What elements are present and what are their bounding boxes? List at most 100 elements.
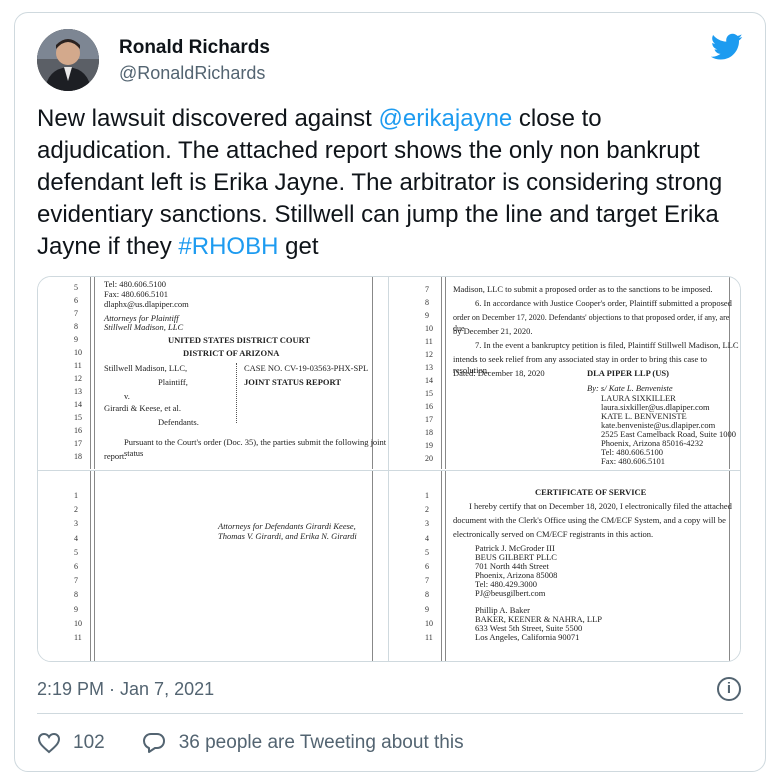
doc-text: DISTRICT OF ARIZONA (183, 348, 280, 358)
doc-text: dlaphx@us.dlapiper.com (104, 299, 189, 309)
line-number: 10 (425, 324, 433, 333)
line-number: 13 (74, 387, 82, 396)
doc-text: document with the Clerk's Office using t… (453, 515, 726, 525)
line-number: 10 (425, 618, 433, 628)
author-handle[interactable]: @RonaldRichards (119, 63, 265, 84)
line-number: 14 (425, 376, 433, 385)
line-number: 12 (425, 350, 433, 359)
mention-link[interactable]: @erikajayne (379, 105, 513, 132)
line-number: 1 (425, 491, 429, 500)
line-number: 17 (425, 415, 433, 424)
line-number: 10 (74, 618, 82, 628)
margin-line (94, 277, 95, 469)
line-number: 15 (74, 413, 82, 422)
margin-line (445, 471, 446, 661)
line-number: 9 (425, 311, 429, 320)
line-number: 2 (425, 505, 429, 515)
caption-bracket (236, 363, 237, 423)
doc-text: I hereby certify that on December 18, 20… (469, 501, 732, 511)
info-icon[interactable]: i (717, 677, 741, 701)
line-number: 14 (74, 400, 82, 409)
doc-text: Fax: 480.606.5101 (601, 456, 665, 466)
twitter-bird-icon[interactable] (711, 33, 743, 61)
line-number: 16 (425, 402, 433, 411)
line-number: 7 (425, 576, 429, 586)
line-number: 11 (425, 633, 433, 642)
line-number: 4 (74, 533, 78, 543)
doc-text: v. (124, 391, 130, 401)
line-number: 4 (425, 533, 429, 543)
doc-text: Dated: December 18, 2020 (453, 368, 545, 378)
line-number: 18 (74, 452, 82, 461)
line-number: 5 (74, 283, 78, 292)
doc-text: Madison, LLC to submit a proposed order … (453, 284, 713, 294)
reply-button[interactable]: 36 people are Tweeting about this (141, 731, 464, 755)
line-number: 7 (74, 576, 78, 586)
line-number: 6 (74, 296, 78, 305)
margin-line (372, 471, 373, 661)
line-number: 2 (74, 505, 78, 515)
line-number: 3 (74, 519, 78, 529)
hashtag-link[interactable]: #RHOBH (178, 233, 278, 260)
margin-line (441, 471, 442, 661)
line-number: 11 (74, 633, 82, 642)
reply-text: 36 people are Tweeting about this (178, 732, 464, 753)
margin-line (90, 277, 91, 469)
line-number: 1 (74, 491, 78, 500)
doc-text: 6. In accordance with Justice Cooper's o… (475, 298, 732, 308)
doc-text: report. (104, 451, 127, 461)
doc-text: Plaintiff, (158, 377, 188, 387)
doc-text: Stillwell Madison, LLC (104, 322, 184, 332)
line-number: 8 (425, 298, 429, 307)
doc-text: JOINT STATUS REPORT (244, 377, 342, 387)
line-number: 11 (74, 361, 82, 370)
line-number: 8 (74, 322, 78, 331)
reply-icon (142, 733, 165, 753)
line-number: 3 (425, 519, 429, 529)
doc-text: DLA PIPER LLP (US) (587, 368, 669, 378)
line-number: 6 (74, 562, 78, 571)
line-number: 17 (74, 439, 82, 448)
line-number: 13 (425, 363, 433, 372)
document-page-1: 5 6 7 8 9 10 11 12 13 14 15 16 17 18 Tel: 480.606.510… (38, 277, 387, 469)
tweet-text-suffix: get (278, 233, 319, 260)
doc-text: by December 21, 2020. (453, 326, 533, 336)
document-page-3: 1 2 3 4 5 6 7 8 9 10 11 Attorneys for Defendants G… (38, 471, 387, 661)
doc-text: CASE NO. CV-19-03563-PHX-SPL (244, 363, 369, 373)
doc-text: UNITED STATES DISTRICT COURT (168, 335, 311, 345)
like-button[interactable]: 102 (37, 732, 105, 754)
doc-text: Pursuant to the Court's order (Doc. 35),… (124, 437, 387, 458)
doc-text: PJ@beusgilbert.com (475, 588, 546, 598)
attached-document-image[interactable]: 5 6 7 8 9 10 11 12 13 14 15 16 17 18 Tel: 480.606.510… (37, 276, 741, 662)
doc-text: Stillwell Madison, LLC, (104, 363, 188, 373)
line-number: 18 (425, 428, 433, 437)
doc-text: Los Angeles, California 90071 (475, 632, 580, 642)
doc-text: Girardi & Keese, et al. (104, 403, 181, 413)
line-number: 9 (74, 335, 78, 344)
like-count: 102 (73, 732, 105, 753)
doc-text: Thomas V. Girardi, and Erika N. Girardi (218, 531, 357, 541)
tweet-timestamp[interactable]: 2:19 PM · Jan 7, 2021 (37, 679, 214, 700)
line-number: 5 (74, 547, 78, 557)
doc-text: 7. In the event a bankruptcy petition is… (475, 340, 739, 350)
document-page-2: 7 8 9 10 11 12 13 14 15 16 17 18 19 20 Madison, LLC t… (389, 277, 740, 469)
line-number: 20 (425, 454, 433, 463)
line-number: 8 (425, 590, 429, 600)
line-number: 7 (425, 285, 429, 294)
action-bar: 102 36 people are Tweeting about this (37, 731, 500, 755)
margin-line (441, 277, 442, 469)
document-page-4: 1 2 3 4 5 6 7 8 9 10 11 CERTIFICATE OF SERVICE I h… (389, 471, 740, 661)
line-number: 10 (74, 348, 82, 357)
line-number: 6 (425, 562, 429, 571)
line-number: 11 (425, 337, 433, 346)
line-number: 16 (74, 426, 82, 435)
author-name[interactable]: Ronald Richards (119, 37, 270, 59)
margin-line (729, 471, 730, 661)
line-number: 8 (74, 590, 78, 600)
tweet-text-prefix: New lawsuit discovered against (37, 105, 379, 132)
margin-line (94, 471, 95, 661)
line-number: 9 (425, 604, 429, 614)
tweet-text: New lawsuit discovered against @erikajay… (37, 103, 737, 263)
avatar[interactable] (37, 29, 99, 91)
avatar-image (37, 29, 99, 91)
